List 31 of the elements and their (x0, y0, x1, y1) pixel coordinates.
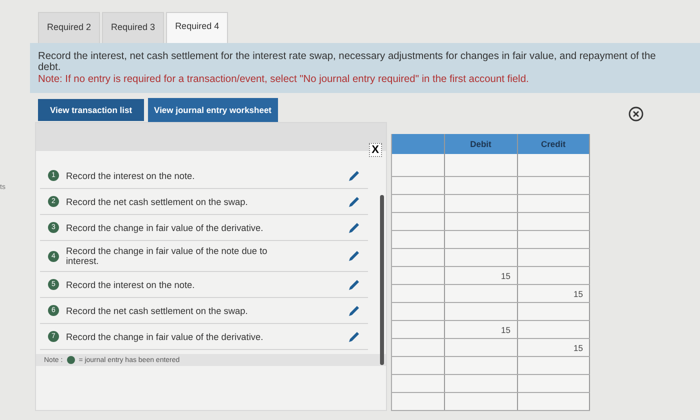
credit-cell[interactable]: 15 (518, 339, 590, 356)
pencil-icon[interactable] (348, 170, 360, 182)
debit-cell[interactable]: 15 (445, 267, 518, 284)
transaction-text[interactable]: Record the change in fair value of the derivative. (66, 332, 296, 342)
transaction-text[interactable]: Record the interest on the note. (66, 280, 296, 290)
transaction-text[interactable]: Record the net cash settlement on the swap. (66, 306, 296, 316)
scrollbar[interactable] (380, 195, 384, 365)
entered-dot-icon (66, 356, 75, 364)
close-icon[interactable] (628, 106, 644, 122)
transaction-text[interactable]: Record the change in fair value of the derivative. (66, 222, 296, 232)
transaction-text[interactable]: Record the interest on the note. (66, 170, 296, 180)
pencil-icon[interactable] (348, 330, 360, 342)
transaction-text[interactable]: Record the change in fair value of the note due to interest. (66, 246, 296, 266)
instruction-text: Record the interest, net cash settlement for the interest rate swap, necessary adjustments for changes in fair value, and repayment of the debt. (38, 51, 657, 73)
tab[interactable]: Required 4 (166, 12, 228, 43)
pencil-icon[interactable] (348, 196, 360, 208)
transaction-text[interactable]: Record the net cash settlement on the swap. (66, 196, 296, 206)
pencil-icon[interactable] (348, 250, 360, 262)
column-header: Debit (445, 134, 518, 154)
pencil-icon[interactable] (348, 278, 360, 290)
pencil-icon[interactable] (348, 222, 360, 234)
debit-cell[interactable]: 15 (445, 321, 518, 338)
credit-cell[interactable]: 15 (518, 285, 590, 302)
tab[interactable]: Required 2 (38, 12, 100, 43)
close-button[interactable]: X (368, 143, 382, 157)
view-button[interactable]: View journal entry worksheet (148, 98, 278, 122)
tab[interactable]: Required 3 (102, 12, 164, 43)
column-header: Credit (518, 134, 590, 154)
view-button[interactable]: View transaction list (38, 99, 144, 121)
instruction-note: Note: If no entry is required for a transaction/event, select "No journal entry required" in the first account field. (38, 74, 530, 85)
pencil-icon[interactable] (348, 304, 360, 316)
